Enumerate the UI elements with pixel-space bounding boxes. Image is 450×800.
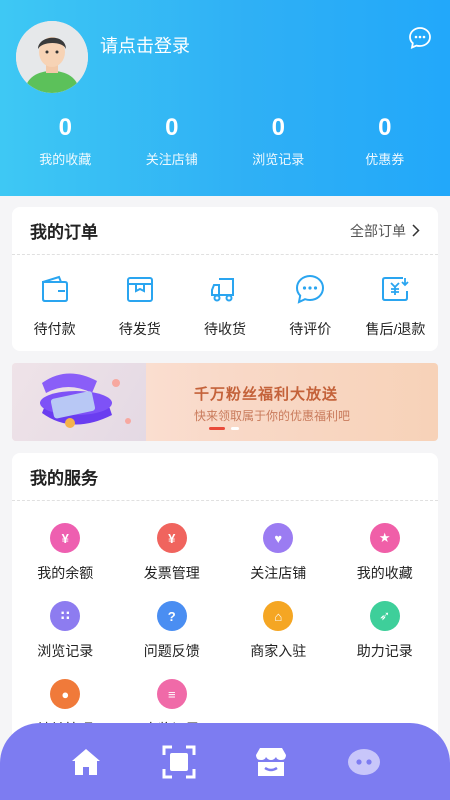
service-item[interactable]: ? 问题反馈 (119, 601, 226, 667)
invoice-icon: ¥ (156, 523, 187, 553)
package-icon (126, 277, 153, 302)
stat-followed-shops[interactable]: 0 关注店铺 (119, 113, 226, 168)
service-label: 助力记录 (356, 643, 413, 659)
comment-icon (296, 274, 325, 304)
service-label: 关注店铺 (250, 565, 307, 581)
carousel-dot-active[interactable] (209, 427, 225, 430)
order-label: 待发货 (118, 321, 161, 337)
home-icon (72, 748, 101, 775)
tab-shop[interactable] (251, 742, 291, 782)
all-orders-link[interactable]: 全部订单 (350, 221, 420, 241)
service-label: 我的收藏 (356, 565, 413, 581)
order-label: 售后/退款 (365, 321, 426, 337)
service-item[interactable]: ♥ 关注店铺 (225, 523, 332, 589)
order-pending-payment[interactable]: 待付款 (12, 273, 97, 339)
profile-header: 请点击登录 0 我的收藏 0 关注店铺 0 浏览记录 0 优惠券 (0, 0, 450, 196)
stat-label: 关注店铺 (145, 152, 198, 167)
stat-favorites[interactable]: 0 我的收藏 (12, 113, 119, 168)
order-label: 待评价 (289, 321, 332, 337)
order-label: 待收货 (204, 321, 246, 337)
money-bag-icon: ¥ (50, 523, 81, 553)
order-pending-receipt[interactable]: 待收货 (182, 273, 267, 339)
heart-icon: ♥ (263, 523, 294, 553)
service-label: 我的余额 (37, 565, 94, 581)
service-label: 发票管理 (143, 565, 200, 581)
record-icon: ≡ (156, 679, 187, 709)
order-pending-review[interactable]: 待评价 (268, 273, 353, 339)
banner-graphic (12, 363, 146, 441)
services-header: 我的服务 (12, 453, 438, 501)
orders-title: 我的订单 (30, 223, 98, 242)
stats-row: 0 我的收藏 0 关注店铺 0 浏览记录 0 优惠券 (12, 113, 438, 168)
promo-banner[interactable]: 千万粉丝福利大放送 快来领取属于你的优惠福利吧 (12, 363, 438, 441)
truck-icon (211, 278, 234, 302)
service-item[interactable]: ¥ 发票管理 (119, 523, 226, 589)
star-icon: ★ (369, 523, 400, 553)
shop-icon: ⌂ (263, 601, 294, 631)
service-item[interactable]: ⌂ 商家入驻 (225, 601, 332, 667)
wallet-icon (41, 275, 68, 302)
service-item[interactable]: ¥ 我的余额 (12, 523, 119, 589)
order-after-sales[interactable]: 售后/退款 (353, 273, 438, 339)
footprint-icon: ∷ (50, 601, 81, 631)
service-item[interactable]: ∷ 浏览记录 (12, 601, 119, 667)
order-label: 待付款 (33, 321, 76, 337)
order-status-row: 待付款 待发货 待收货 待评价 售后/退款 (12, 255, 438, 339)
carousel-dot[interactable] (231, 427, 239, 430)
stat-history[interactable]: 0 浏览记录 (225, 113, 332, 168)
services-grid: ¥ 我的余额 ¥ 发票管理 ♥ 关注店铺 ★ 我的收藏 ∷ 浏览记录? 问题反馈 ⌂ 商家入驻 ➶ 助力记录… (12, 501, 438, 745)
rocket-icon: ➶ (369, 601, 400, 631)
service-label: 商家入驻 (250, 643, 307, 659)
carousel-indicator (209, 427, 239, 430)
tab-home[interactable] (66, 742, 106, 782)
stat-coupons[interactable]: 0 优惠券 (332, 113, 439, 168)
service-item[interactable]: ★ 我的收藏 (332, 523, 439, 589)
service-label: 问题反馈 (143, 643, 200, 659)
service-item[interactable]: ➶ 助力记录 (332, 601, 439, 667)
scan-icon (162, 745, 196, 778)
login-prompt[interactable]: 请点击登录 (100, 32, 190, 58)
stat-value: 0 (271, 114, 285, 141)
banner-subtitle: 快来领取属于你的优惠福利吧 (194, 409, 351, 423)
chevron-right-icon (412, 224, 420, 237)
stat-value: 0 (58, 114, 72, 141)
service-label: 浏览记录 (37, 643, 94, 659)
bottom-tab-bar (0, 723, 450, 800)
stat-label: 我的收藏 (39, 152, 92, 167)
order-pending-shipment[interactable]: 待发货 (97, 273, 182, 339)
services-title: 我的服务 (30, 469, 98, 488)
stat-value: 0 (378, 114, 392, 141)
banner-title: 千万粉丝福利大放送 (194, 386, 339, 403)
tab-messages[interactable] (344, 742, 384, 782)
location-icon: ● (50, 679, 81, 709)
refund-icon (382, 277, 410, 301)
avatar[interactable] (16, 21, 88, 93)
all-orders-label: 全部订单 (350, 222, 406, 239)
stat-label: 优惠券 (365, 152, 405, 167)
orders-card: 我的订单 全部订单 待付款 待发货 待收货 待评价 售后/退款 (12, 207, 438, 351)
tab-scan[interactable] (159, 742, 199, 782)
orders-header: 我的订单 全部订单 (12, 207, 438, 255)
question-icon: ? (156, 601, 187, 631)
chat-icon (347, 748, 380, 775)
message-icon[interactable] (408, 26, 432, 50)
stat-label: 浏览记录 (252, 152, 305, 167)
stat-value: 0 (165, 114, 179, 141)
shop-icon (256, 747, 287, 776)
